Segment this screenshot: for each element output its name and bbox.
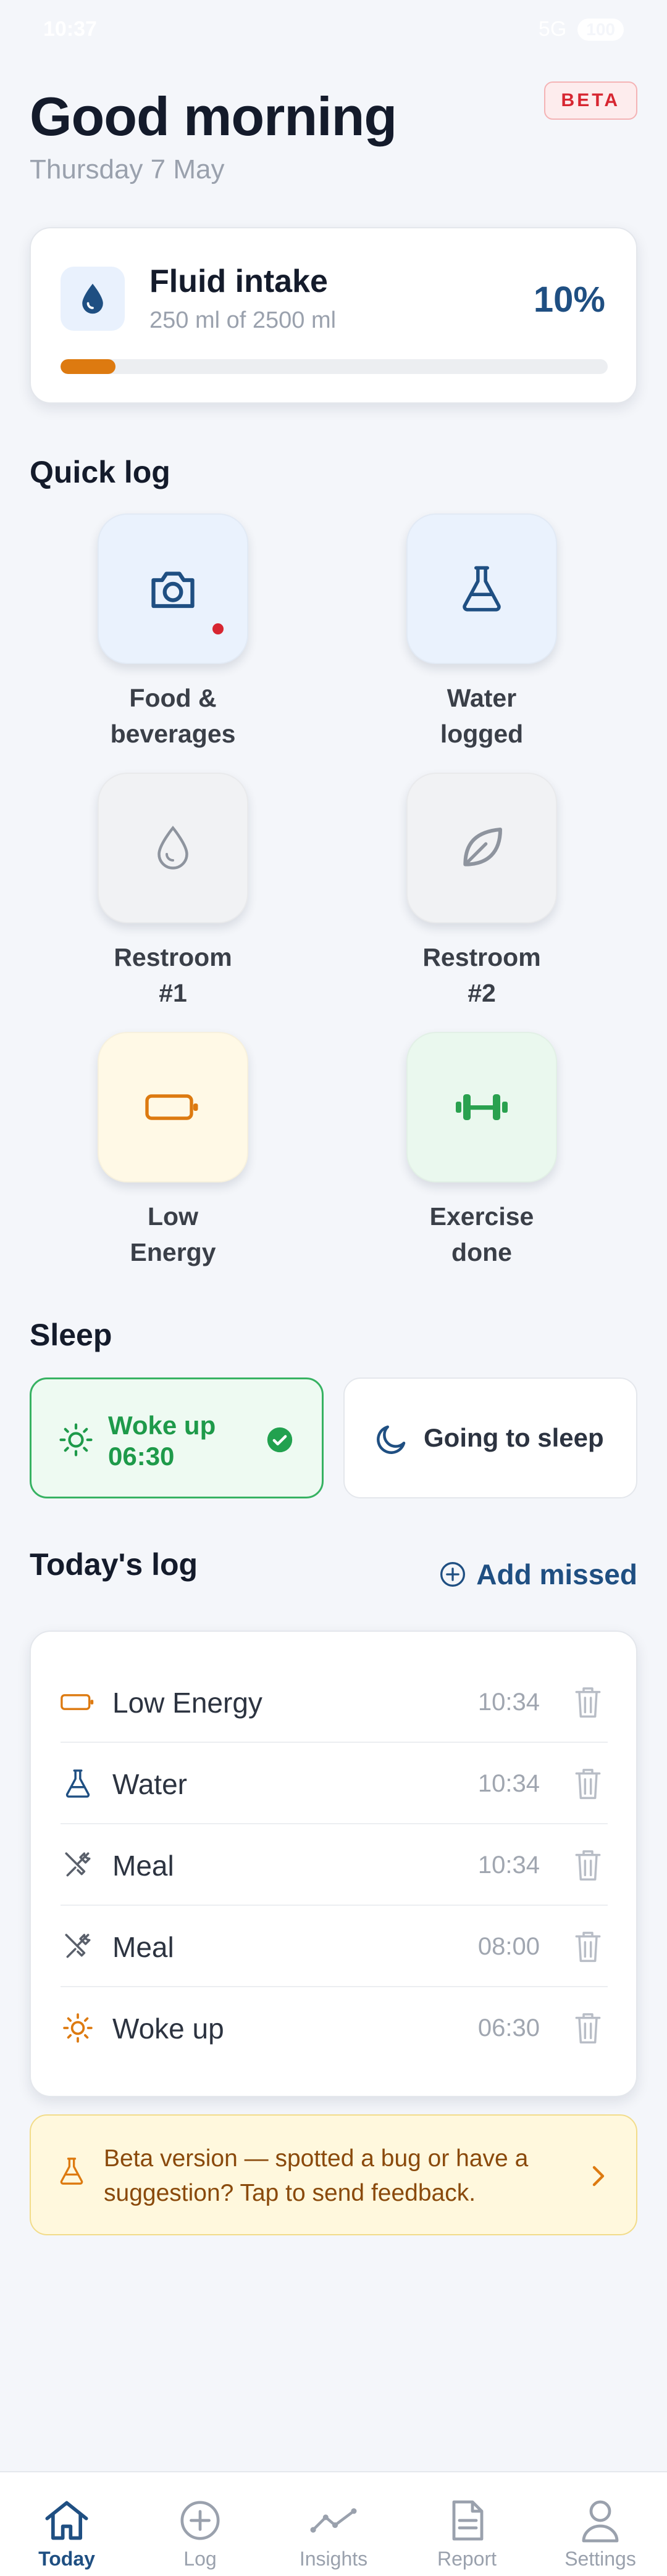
delete-trash-icon[interactable] bbox=[568, 2008, 608, 2048]
battery-low-icon bbox=[61, 1685, 95, 1719]
status-time: 10:37 bbox=[43, 17, 97, 41]
delete-trash-icon[interactable] bbox=[568, 1845, 608, 1885]
utensils-icon bbox=[61, 1929, 95, 1964]
log-entry-time: 10:34 bbox=[477, 1770, 540, 1797]
quick-log-food-label: Food & beverages bbox=[110, 684, 236, 748]
woke-up-button[interactable]: Woke up 06:30 bbox=[30, 1377, 324, 1498]
log-entry-time: 06:30 bbox=[477, 2014, 540, 2042]
nav-settings[interactable]: Settings bbox=[534, 2472, 667, 2576]
woke-up-label: Woke up 06:30 bbox=[108, 1411, 216, 1471]
fluid-intake-card[interactable]: Fluid intake 250 ml of 2500 ml 10% bbox=[30, 227, 637, 404]
nav-log[interactable]: Log bbox=[133, 2472, 267, 2576]
quick-log-title: Quick log bbox=[30, 455, 170, 489]
flask-icon bbox=[61, 1766, 95, 1801]
plus-circle-icon bbox=[440, 1562, 466, 1587]
beta-feedback-banner[interactable]: Beta version — spotted a bug or have a s… bbox=[30, 2114, 637, 2235]
log-row[interactable]: Low Energy 10:34 bbox=[61, 1661, 608, 1743]
beta-badge[interactable]: BETA bbox=[543, 81, 637, 120]
nav-label: Log bbox=[183, 2548, 217, 2570]
network-indicator: 5G bbox=[538, 17, 567, 41]
trend-icon bbox=[310, 2497, 357, 2544]
sun-icon bbox=[61, 2011, 95, 2045]
dumbbell-icon bbox=[456, 1094, 508, 1120]
quick-log-restroom-1-button[interactable] bbox=[98, 773, 248, 923]
quick-log-water-label: Water logged bbox=[440, 684, 524, 748]
delete-trash-icon[interactable] bbox=[568, 1764, 608, 1803]
todays-log-title: Today's log bbox=[30, 1547, 198, 1582]
quick-log-water-button[interactable] bbox=[406, 513, 557, 664]
quick-log-exercise-label: Exercise done bbox=[429, 1202, 534, 1266]
quick-log-low-energy-button[interactable] bbox=[98, 1032, 248, 1182]
nav-today[interactable]: Today bbox=[0, 2472, 133, 2576]
user-icon bbox=[577, 2497, 624, 2544]
status-bar: 10:37 5G 100 bbox=[0, 0, 667, 62]
battery-indicator: 100 bbox=[577, 18, 624, 41]
delete-trash-icon[interactable] bbox=[568, 1682, 608, 1722]
quick-log-restroom-2-button[interactable] bbox=[406, 773, 557, 923]
nav-insights[interactable]: Insights bbox=[267, 2472, 400, 2576]
chevron-right-icon bbox=[592, 2166, 605, 2187]
log-row[interactable]: Water 10:34 bbox=[61, 1743, 608, 1824]
nav-label: Today bbox=[38, 2548, 95, 2570]
nav-label: Report bbox=[437, 2548, 497, 2570]
camera-icon bbox=[151, 571, 195, 609]
quick-log-food-button[interactable] bbox=[98, 513, 248, 664]
log-entry-name: Water bbox=[112, 1768, 187, 1800]
log-entry-name: Low Energy bbox=[112, 1687, 262, 1719]
log-entry-time: 08:00 bbox=[477, 1933, 540, 1960]
log-row[interactable]: Meal 10:34 bbox=[61, 1824, 608, 1906]
log-entry-name: Woke up bbox=[112, 2013, 224, 2045]
nav-report[interactable]: Report bbox=[400, 2472, 534, 2576]
fluid-title: Fluid intake bbox=[149, 264, 328, 299]
document-icon bbox=[443, 2497, 490, 2544]
feedback-text: Beta version — spotted a bug or have a s… bbox=[104, 2145, 529, 2206]
flask-icon bbox=[463, 566, 501, 612]
going-to-sleep-label: Going to sleep bbox=[424, 1423, 604, 1452]
water-drop-icon bbox=[61, 267, 125, 331]
log-entry-time: 10:34 bbox=[477, 1851, 540, 1879]
todays-log-card: Low Energy 10:34 Water 10:34 Meal 10:34 … bbox=[30, 1631, 637, 2097]
sleep-title: Sleep bbox=[30, 1318, 112, 1352]
leaf-icon bbox=[463, 828, 502, 866]
log-row[interactable]: Woke up 06:30 bbox=[61, 1987, 608, 2069]
log-row[interactable]: Meal 08:00 bbox=[61, 1906, 608, 1987]
status-indicators: 5G 100 bbox=[539, 17, 624, 41]
notification-dot bbox=[212, 623, 224, 634]
fluid-subtitle: 250 ml of 2500 ml bbox=[149, 307, 337, 333]
plus-circle-icon bbox=[177, 2497, 224, 2544]
fluid-progress-fill bbox=[61, 359, 115, 374]
utensils-icon bbox=[61, 1848, 95, 1882]
log-entry-name: Meal bbox=[112, 1931, 174, 1963]
bottom-navigation: Today Log Insights Report Settings bbox=[0, 2471, 667, 2576]
droplet-icon bbox=[157, 825, 188, 870]
log-entry-name: Meal bbox=[112, 1850, 174, 1882]
home-icon bbox=[43, 2497, 90, 2544]
greeting-title: Good morning bbox=[30, 86, 397, 147]
flask-icon bbox=[60, 2158, 83, 2185]
delete-trash-icon[interactable] bbox=[568, 1927, 608, 1966]
date-label: Thursday 7 May bbox=[30, 154, 225, 185]
log-entry-time: 10:34 bbox=[477, 1689, 540, 1716]
battery-low-icon bbox=[145, 1094, 198, 1120]
fluid-percent: 10% bbox=[533, 280, 605, 320]
moon-icon bbox=[377, 1425, 406, 1454]
quick-log-exercise-button[interactable] bbox=[406, 1032, 557, 1182]
check-circle-icon bbox=[267, 1427, 293, 1453]
quick-log-low-energy-label: Low Energy bbox=[130, 1202, 216, 1266]
sun-icon bbox=[59, 1423, 93, 1456]
nav-label: Settings bbox=[564, 2548, 636, 2570]
quick-log-restroom-2-label: Restroom #2 bbox=[422, 943, 541, 1007]
add-missed-button[interactable]: Add missed bbox=[439, 1558, 637, 1591]
add-missed-label: Add missed bbox=[476, 1558, 637, 1590]
nav-label: Insights bbox=[299, 2548, 368, 2570]
quick-log-restroom-1-label: Restroom #1 bbox=[114, 943, 232, 1007]
going-to-sleep-button[interactable]: Going to sleep bbox=[343, 1377, 637, 1498]
fluid-progress-bar bbox=[61, 359, 608, 374]
